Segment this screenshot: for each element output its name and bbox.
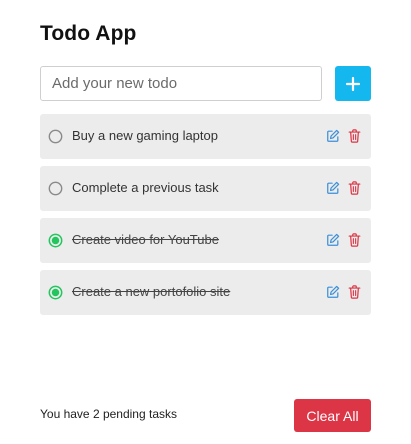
todo-text: Create video for YouTube [72,232,219,247]
clear-all-button[interactable]: Clear All [294,399,371,432]
checked-circle-icon[interactable] [48,233,63,248]
todo-item: Complete a previous task [40,166,371,211]
todo-item: Buy a new gaming laptop [40,114,371,159]
checked-circle-icon[interactable] [48,285,63,300]
todo-app: Todo App Buy a new gaming laptop [0,0,411,444]
trash-icon [348,233,360,247]
delete-button[interactable] [347,233,361,247]
edit-icon [327,285,340,298]
trash-icon [348,285,360,299]
new-todo-input[interactable] [40,66,322,101]
new-todo-row [40,66,371,101]
todo-text: Buy a new gaming laptop [72,128,218,143]
delete-button[interactable] [347,285,361,299]
delete-button[interactable] [347,181,361,195]
edit-icon [327,181,340,194]
add-todo-button[interactable] [335,66,371,101]
todo-list: Buy a new gaming laptop Complete a previ… [40,114,371,322]
app-title: Todo App [40,22,137,45]
edit-button[interactable] [326,181,340,195]
unchecked-circle-icon[interactable] [48,181,63,196]
todo-item: Create video for YouTube [40,218,371,263]
edit-icon [327,129,340,142]
todo-text: Complete a previous task [72,180,219,195]
unchecked-circle-icon[interactable] [48,129,63,144]
edit-icon [327,233,340,246]
todo-item: Create a new portofolio site [40,270,371,315]
edit-button[interactable] [326,285,340,299]
pending-count-text: You have 2 pending tasks [40,407,177,421]
todo-text: Create a new portofolio site [72,284,231,299]
trash-icon [348,181,360,195]
trash-icon [348,129,360,143]
edit-button[interactable] [326,129,340,143]
edit-button[interactable] [326,233,340,247]
plus-icon [346,76,360,91]
delete-button[interactable] [347,129,361,143]
